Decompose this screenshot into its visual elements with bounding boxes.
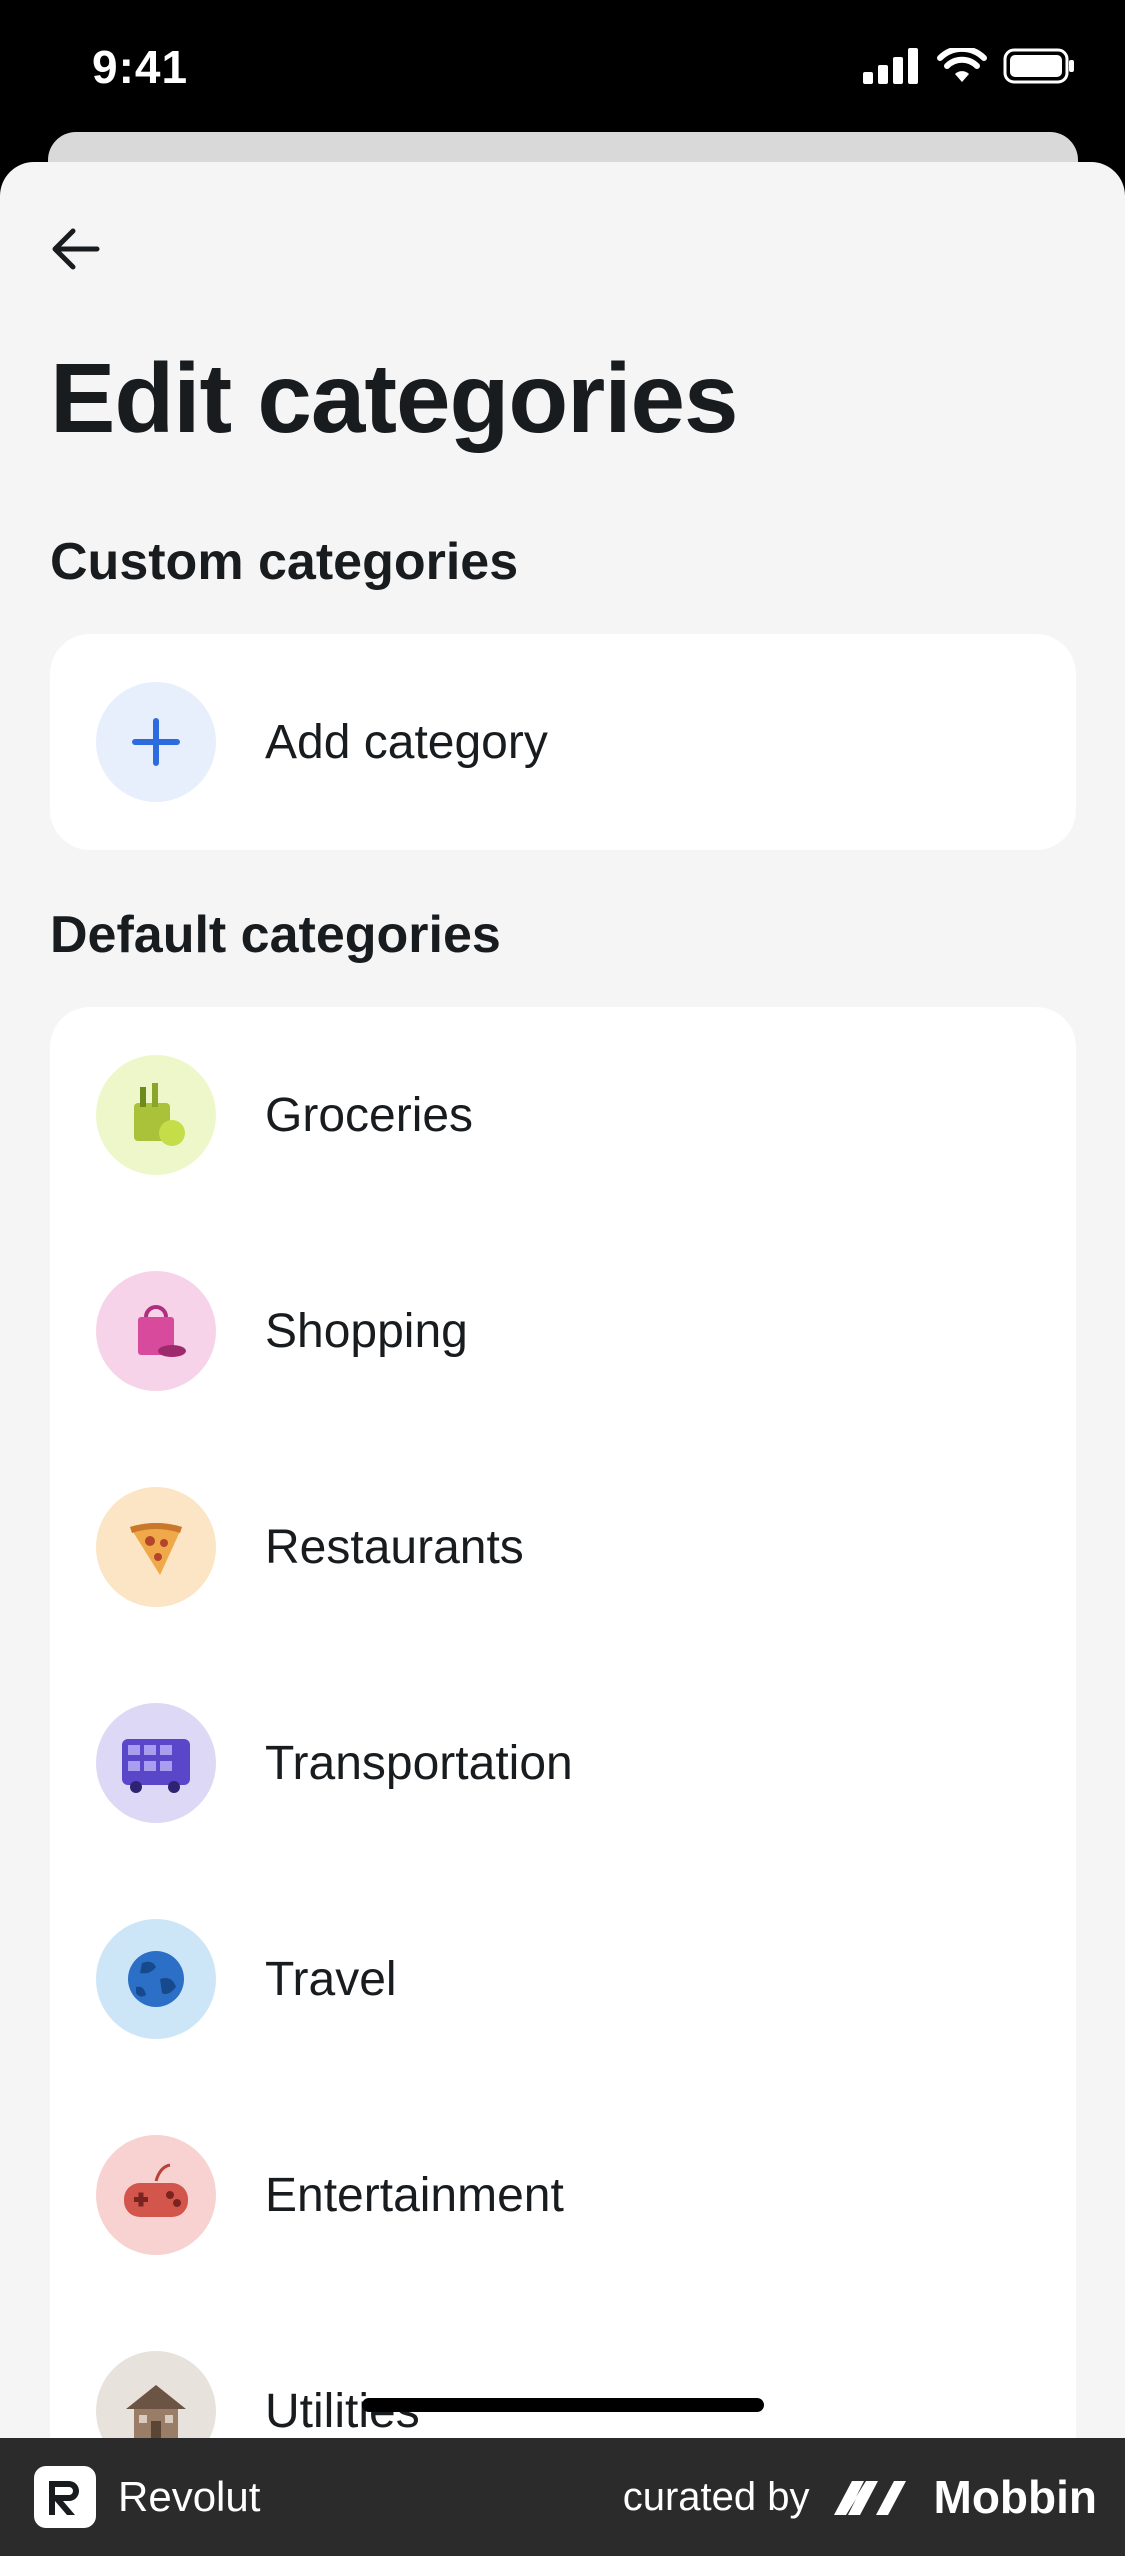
category-label: Transportation [265,1736,573,1790]
pizza-slice-icon [96,1487,216,1607]
category-row-transportation[interactable]: Transportation [50,1655,1076,1871]
custom-categories-title: Custom categories [50,533,519,591]
mobbin-logo-icon [833,2481,906,2515]
house-icon [96,2351,216,2438]
edit-categories-sheet: Edit categories Custom categories Add ca… [0,162,1125,2438]
shopping-bag-icon [96,1271,216,1391]
curator-name: Mobbin [933,2471,1098,2523]
groceries-bag-icon [96,1055,216,1175]
category-label: Groceries [265,1088,474,1142]
signal-icon [863,48,918,84]
back-button[interactable] [40,214,110,284]
category-row-entertainment[interactable]: Entertainment [50,2087,1076,2303]
battery-icon [1003,48,1074,84]
home-indicator [362,2398,764,2412]
add-category-label: Add category [265,715,548,769]
footer-brand-name: Revolut [118,2473,261,2520]
category-label: Travel [265,1952,397,2006]
status-icons [863,48,1075,84]
curated-by-text: curated by [622,2474,810,2519]
revolut-logo-icon [34,2466,96,2528]
category-row-travel[interactable]: Travel [50,1871,1076,2087]
default-categories-title: Default categories [50,906,501,964]
category-row-groceries[interactable]: Groceries [50,1007,1076,1223]
category-label: Shopping [265,1304,468,1358]
category-row-shopping[interactable]: Shopping [50,1223,1076,1439]
custom-categories-card: Add category [50,634,1076,850]
arrow-left-icon [52,228,100,270]
add-icon-circle [96,682,216,802]
category-label: Restaurants [265,1520,524,1574]
attribution-footer: Revolut curated by Mobbin [0,2438,1125,2556]
status-bar: 9:41 [0,0,1125,140]
footer-brand-group: Revolut [34,2438,260,2556]
page-title: Edit categories [50,343,739,453]
wifi-icon [937,48,987,82]
add-category-button[interactable]: Add category [50,634,1076,850]
gamepad-icon [96,2135,216,2255]
category-label: Entertainment [265,2168,564,2222]
default-categories-card: Groceries Shopping Restaurants Transport… [50,1007,1076,2438]
bus-icon [96,1703,216,1823]
status-time: 9:41 [92,41,189,93]
footer-curator-group: curated by Mobbin [623,2438,1097,2556]
plus-icon [132,718,180,766]
globe-icon [96,1919,216,2039]
category-row-utilities[interactable]: Utilities [50,2303,1076,2438]
category-row-restaurants[interactable]: Restaurants [50,1439,1076,1655]
